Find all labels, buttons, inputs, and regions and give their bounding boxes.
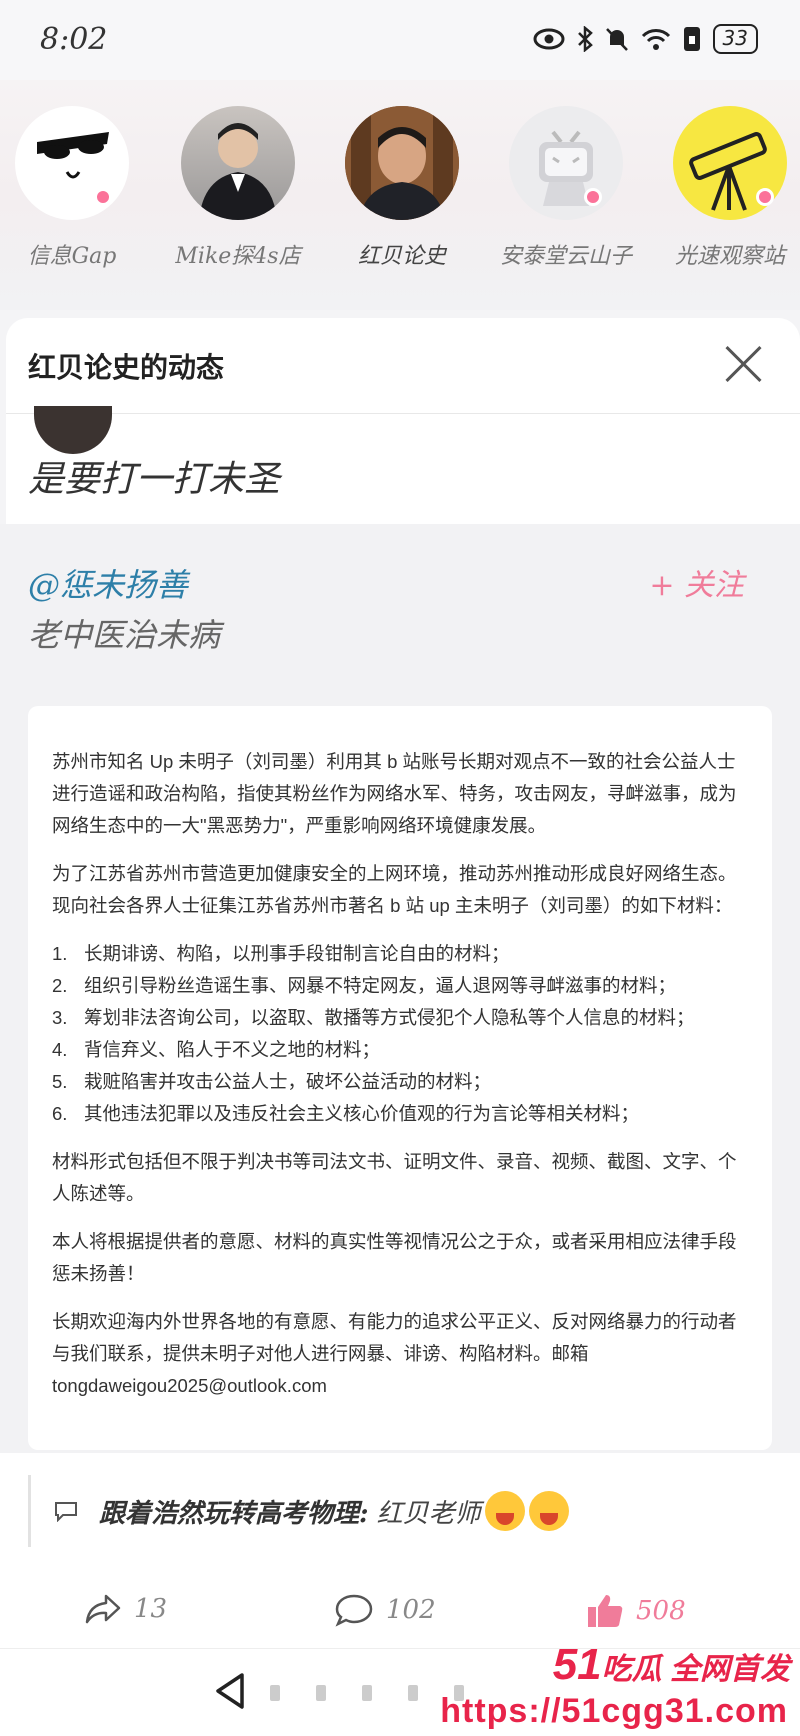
action-bar: 13 102 508	[0, 1593, 800, 1637]
person-photo-icon	[345, 106, 459, 220]
following-name: Mike探4s店	[175, 244, 301, 269]
update-dot	[584, 188, 602, 206]
back-icon[interactable]	[212, 1671, 252, 1711]
mention-link[interactable]: @惩未扬善	[28, 560, 188, 606]
thumbs-up-icon	[588, 1595, 623, 1627]
list-item: 6. 其他违法犯罪以及违反社会主义核心价值观的行为言论等相关材料；	[52, 1103, 640, 1124]
share-button[interactable]: 13	[84, 1593, 167, 1625]
update-dot	[756, 188, 774, 206]
avatar	[15, 106, 129, 220]
eye-icon	[533, 28, 565, 50]
status-time: 8:02	[40, 22, 108, 57]
notice-paragraph: 本人将根据提供者的意愿、材料的真实性等视情况公之于众，或者采用相应法律手段惩未扬…	[52, 1231, 737, 1284]
sunglasses-face-icon	[37, 132, 109, 179]
following-item[interactable]: 安泰堂云山子	[496, 106, 636, 270]
notice-paragraph: 长期欢迎海内外世界各地的有意愿、有能力的追求公平正义、反对网络暴力的行动者与我们…	[52, 1311, 737, 1396]
list-item: 4. 背信弃义、陷人于不义之地的材料；	[52, 1039, 381, 1060]
laughing-emoji-icon	[484, 1491, 525, 1531]
following-item-active[interactable]: 红贝论史	[332, 106, 472, 270]
comment-preview[interactable]: 跟着浩然玩转高考物理: 红贝老师	[28, 1475, 569, 1547]
comment-count: 102	[386, 1595, 436, 1625]
watermark-url: https://51cgg31.com	[440, 1692, 788, 1730]
update-dot	[94, 188, 112, 206]
list-item: 2. 组织引导粉丝造谣生事、网暴不特定网友，逼人退网等寻衅滋事的材料；	[52, 975, 677, 996]
battery-indicator: 33	[712, 24, 758, 54]
status-icons: 33	[533, 24, 758, 54]
share-count: 13	[134, 1594, 168, 1624]
bluetooth-icon	[577, 26, 593, 52]
wifi-icon	[641, 29, 670, 50]
notice-paragraph: 为了江苏省苏州市营造更加健康安全的上网环境，推动苏州推动形成良好网络生态。现向社…	[52, 863, 737, 916]
list-item: 1. 长期诽谤、构陷，以刑事手段钳制言论自由的材料；	[52, 943, 510, 964]
avatar	[34, 406, 112, 454]
nav-placeholder	[270, 1685, 464, 1701]
share-icon	[85, 1594, 121, 1624]
bilibili-tv-icon	[539, 130, 593, 206]
follow-button[interactable]: + 关注	[649, 560, 744, 604]
following-item[interactable]: 光速观察站	[660, 106, 800, 270]
list-item: 5. 栽赃陷害并攻击公益人士，破坏公益活动的材料；	[52, 1071, 492, 1092]
avatar	[345, 106, 459, 220]
sim-icon	[683, 27, 700, 51]
following-item[interactable]: 信息Gap	[2, 106, 142, 270]
notice-image[interactable]: 苏州市知名 Up 未明子（刘司墨）利用其 b 站账号长期对观点不一致的社会公益人…	[28, 706, 772, 1450]
status-bar: 8:02 33	[0, 0, 800, 80]
laughing-emoji-icon	[528, 1491, 569, 1531]
following-name: 光速观察站	[674, 244, 785, 269]
list-item: 3. 筹划非法咨询公司，以盗取、散播等方式侵犯个人隐私等个人信息的材料；	[52, 1007, 695, 1028]
comment-text: 红贝老师	[376, 1498, 481, 1529]
post-text: 是要打一打未圣	[28, 459, 281, 500]
notice-email: tongdaweigou2025@outlook.com	[52, 1375, 327, 1396]
comment-bubble-icon	[55, 1502, 77, 1522]
avatar	[181, 106, 295, 220]
panel-title: 红贝论史的动态	[28, 351, 225, 384]
mention-description: 老中医治未病	[28, 616, 221, 654]
comment-area: 跟着浩然玩转高考物理: 红贝老师 13 102 508	[0, 1453, 800, 1648]
watermark-brand: 51吃瓜 全网首发	[552, 1640, 790, 1689]
like-count: 508	[636, 1596, 686, 1626]
avatar	[509, 106, 623, 220]
comment-user: 跟着浩然玩转高考物理:	[99, 1498, 369, 1529]
notice-list: 1. 长期诽谤、构陷，以刑事手段钳制言论自由的材料； 2. 组织引导粉丝造谣生事、网…	[52, 938, 748, 1130]
following-name: 信息Gap	[27, 244, 117, 269]
comment-icon	[335, 1594, 373, 1627]
following-strip[interactable]: 信息Gap Mike探4s店 红贝论史 安泰堂云山子 光速观察站	[0, 80, 800, 310]
notice-paragraph: 苏州市知名 Up 未明子（刘司墨）利用其 b 站账号长期对观点不一致的社会公益人…	[52, 751, 737, 836]
following-item[interactable]: Mike探4s店	[168, 106, 308, 270]
close-icon[interactable]	[724, 344, 764, 384]
following-name: 红贝论史	[357, 244, 446, 269]
panel-header: 红贝论史的动态	[6, 318, 800, 414]
mute-bell-icon	[605, 28, 628, 51]
like-button[interactable]: 508	[586, 1593, 686, 1629]
comment-button[interactable]: 102	[334, 1593, 436, 1627]
dynamic-panel: 红贝论史的动态 是要打一打未圣 @惩未扬善 + 关注 老中医治未病 苏州市知名 …	[0, 318, 800, 1648]
following-name: 安泰堂云山子	[499, 244, 632, 269]
notice-paragraph: 材料形式包括但不限于判决书等司法文书、证明文件、录音、视频、截图、文字、个人陈述…	[52, 1151, 737, 1204]
person-photo-icon	[199, 123, 277, 220]
